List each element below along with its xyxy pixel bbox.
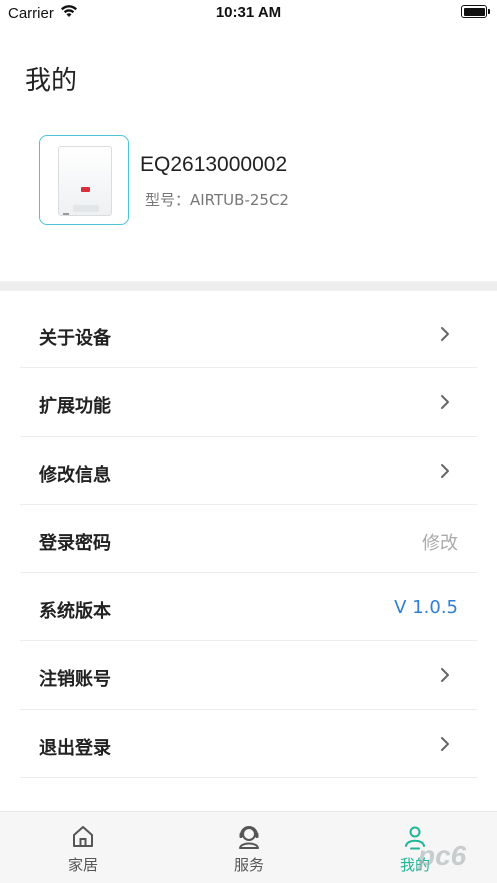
chevron-right-icon — [441, 463, 449, 478]
tab-label: 服务 — [233, 856, 264, 874]
menu-item-label: 登录密码 — [39, 532, 111, 554]
menu-item-delete-account[interactable]: 注销账号 — [20, 641, 477, 710]
tab-label: 我的 — [399, 856, 430, 874]
menu-item-label: 退出登录 — [39, 737, 111, 759]
section-divider — [0, 281, 497, 291]
status-time: 10:31 AM — [215, 4, 282, 21]
status-bar: Carrier 10:31 AM — [0, 0, 497, 26]
tab-home[interactable]: 家居 — [0, 812, 166, 883]
menu-item-about-device[interactable]: 关于设备 — [20, 300, 477, 369]
version-number: V 1.0.5 — [394, 597, 458, 619]
menu-item-edit-info[interactable]: 修改信息 — [20, 437, 477, 505]
menu-item-system-version[interactable]: 系统版本 V 1.0.5 — [20, 573, 477, 642]
menu-item-login-password[interactable]: 登录密码 修改 — [20, 505, 477, 574]
menu-item-label: 注销账号 — [39, 669, 111, 691]
tab-service[interactable]: 服务 — [166, 812, 332, 883]
menu-item-label: 系统版本 — [39, 601, 111, 623]
menu-item-label: 关于设备 — [39, 328, 111, 349]
device-model: 型号：AIRTUB-25C2 — [145, 191, 289, 209]
menu-item-logout[interactable]: 退出登录 — [20, 710, 477, 779]
device-serial: EQ2613000002 — [140, 153, 288, 176]
menu-item-label: 扩展功能 — [39, 396, 111, 418]
device-image — [39, 135, 129, 225]
menu-item-label: 修改信息 — [39, 464, 111, 486]
watermark: pc6 — [418, 840, 467, 871]
tab-mine[interactable]: 我的 — [332, 812, 497, 883]
change-password-link[interactable]: 修改 — [422, 529, 458, 555]
settings-menu: 关于设备 扩展功能 修改信息 登录密码 修改 系统版本 V 1.0.5 注销账号… — [20, 300, 477, 779]
home-icon — [73, 826, 93, 847]
menu-item-extended-functions[interactable]: 扩展功能 — [20, 368, 477, 437]
water-heater-icon — [58, 146, 112, 216]
device-card[interactable]: EQ2613000002 型号：AIRTUB-25C2 — [39, 135, 479, 227]
battery-icon — [461, 5, 490, 18]
chevron-right-icon — [441, 668, 449, 683]
tab-label: 家居 — [67, 856, 98, 874]
page-title: 我的 — [25, 66, 78, 96]
chevron-right-icon — [441, 395, 449, 410]
chevron-right-icon — [441, 327, 449, 341]
customer-service-icon — [239, 826, 259, 849]
chevron-right-icon — [441, 736, 449, 751]
